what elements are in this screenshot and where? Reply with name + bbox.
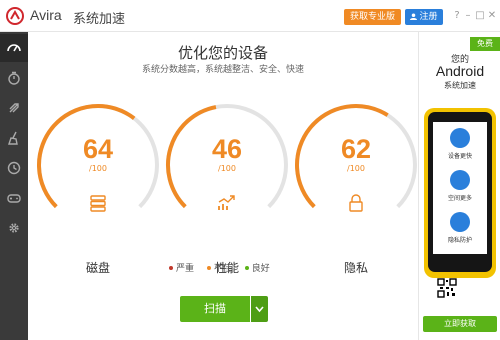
- close-button[interactable]: ✕: [487, 10, 497, 22]
- gear-icon: [9, 223, 19, 233]
- scan-options-dropdown[interactable]: [251, 296, 268, 322]
- gauge-score: 64: [82, 134, 114, 164]
- phone-screen: 设备更快 空间更多 隐私防护: [428, 112, 492, 272]
- app-subtitle: 系统加速: [73, 12, 126, 27]
- phone-item-label: 设备更快: [447, 153, 472, 160]
- history-icon: [7, 161, 21, 175]
- poor-dot-icon: [206, 266, 211, 270]
- minimize-button[interactable]: –: [463, 10, 473, 22]
- title-bar: Avira 系统加速 获取专业版 注册 ? – □ ✕: [0, 0, 500, 32]
- phone-illustration: 设备更快 空间更多 隐私防护: [424, 108, 496, 278]
- sidebar-item-boost[interactable]: [0, 94, 28, 122]
- performance-icon: [218, 195, 235, 210]
- gauge-denominator: /100: [218, 164, 236, 173]
- broom-icon: [8, 131, 18, 145]
- main-panel: 优化您的设备 系统分数越高，系统越整洁、安全、快速 64 /100 磁盘 46 …: [28, 32, 418, 340]
- speedometer-icon: [7, 44, 21, 52]
- gauge-privacy[interactable]: 62 /100 隐私: [291, 100, 421, 275]
- lock-icon: [349, 194, 363, 212]
- severe-dot-icon: [169, 266, 173, 270]
- gauge-denominator: /100: [347, 164, 365, 173]
- sidebar: [0, 32, 28, 340]
- good-dot-icon: [244, 266, 249, 270]
- sidebar-item-speedup[interactable]: [0, 64, 28, 92]
- qr-code-icon: [437, 278, 457, 298]
- legend-good-label: 良好: [251, 264, 270, 274]
- gauge-performance[interactable]: 46 /100 性能: [162, 100, 292, 275]
- phone-app-screen: 设备更快 空间更多 隐私防护: [433, 122, 487, 254]
- legend-good: 良好: [244, 264, 270, 274]
- page-title: 优化您的设备: [177, 44, 268, 62]
- chevron-down-icon: [255, 306, 264, 313]
- timer-icon: [8, 71, 20, 85]
- phone-item-label: 空间更多: [447, 195, 472, 202]
- maximize-button[interactable]: □: [475, 10, 485, 22]
- storage-icon: [450, 170, 470, 190]
- app-name: Avira: [30, 7, 62, 23]
- sidebar-item-dashboard[interactable]: [0, 34, 28, 62]
- legend-severe: 严重: [169, 264, 194, 274]
- severity-legend: 严重 不佳 良好: [169, 261, 280, 274]
- privacy-icon: [450, 212, 470, 232]
- legend-poor-label: 不佳: [213, 264, 232, 274]
- promo-line-2: Android: [435, 63, 485, 79]
- get-now-button[interactable]: 立即获取: [423, 316, 497, 332]
- gauge-score: 62: [340, 134, 372, 164]
- register-label: 注册: [419, 12, 438, 22]
- phone-item-label: 隐私防护: [447, 237, 472, 244]
- gauge-denominator: /100: [89, 164, 107, 173]
- gauge-label: 磁盘: [85, 261, 110, 275]
- android-promo-panel[interactable]: 免费 您的 Android 系统加速 设备更快 空间更多 隐私防护 立即获取: [418, 32, 500, 340]
- page-subtitle: 系统分数越高，系统越整洁、安全、快速: [141, 65, 304, 75]
- sidebar-item-clean[interactable]: [0, 124, 28, 152]
- sidebar-item-game[interactable]: [0, 184, 28, 212]
- legend-severe-label: 严重: [176, 264, 195, 274]
- free-badge: 免费: [470, 37, 500, 51]
- avira-logo-icon: [6, 7, 24, 25]
- speed-circle-icon: [450, 128, 470, 148]
- legend-poor: 不佳: [206, 264, 232, 274]
- register-button[interactable]: 注册: [405, 9, 443, 25]
- sidebar-item-history[interactable]: [0, 154, 28, 182]
- user-icon: [410, 13, 418, 20]
- gauge-disk[interactable]: 64 /100 磁盘: [33, 100, 163, 275]
- gamepad-icon: [7, 194, 21, 203]
- help-button[interactable]: ?: [452, 10, 462, 22]
- sidebar-item-settings[interactable]: [0, 214, 28, 242]
- promo-line-3: 系统加速: [444, 81, 476, 90]
- rocket-icon: [9, 103, 19, 113]
- get-pro-button[interactable]: 获取专业版: [344, 9, 401, 25]
- disk-icon: [90, 195, 106, 212]
- gauge-score: 46: [211, 134, 243, 164]
- scan-button[interactable]: 扫描: [180, 296, 250, 322]
- gauge-label: 隐私: [343, 261, 368, 275]
